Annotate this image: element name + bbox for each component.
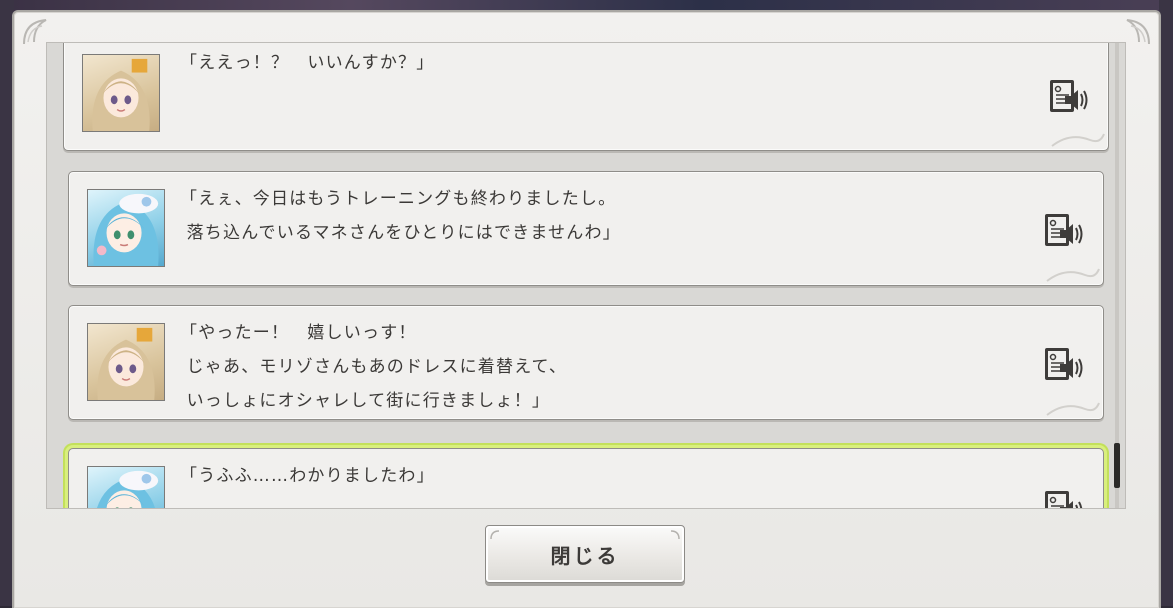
- button-corner-deco-icon: [490, 530, 500, 540]
- close-button-label: 閉じる: [550, 543, 620, 568]
- character-portrait: [87, 466, 165, 508]
- log-entry: 「えぇ、今日はもうトレーニングも終わりましたし。 落ち込んでいるマネさんをひとり…: [68, 171, 1104, 286]
- backlog-list[interactable]: 「ええっ！？ いいんすか？」 「えぇ、今日はもうトレーニングも終わりましたし。 …: [46, 42, 1126, 509]
- dialogue-line: いっしょにオシャレして街に行きましょ！」: [180, 391, 551, 411]
- button-corner-deco-icon: [670, 530, 680, 540]
- scrollbar-thumb[interactable]: [1114, 443, 1120, 488]
- log-entry: 「やったー！ 嬉しいっす！ じゃあ、モリゾさんもあのドレスに着替えて、 いっしょ…: [68, 305, 1104, 420]
- voice-replay-icon[interactable]: [1043, 212, 1085, 248]
- voice-replay-icon[interactable]: [1043, 346, 1085, 382]
- voice-replay-icon[interactable]: [1043, 489, 1085, 509]
- character-portrait: [87, 323, 165, 401]
- dialogue-text: 「やったー！ 嬉しいっす！ じゃあ、モリゾさんもあのドレスに着替えて、 いっしょ…: [180, 316, 567, 418]
- dialogue-text: 「えぇ、今日はもうトレーニングも終わりましたし。 落ち込んでいるマネさんをひとり…: [180, 182, 621, 250]
- log-entry: 「ええっ！？ いいんすか？」: [63, 43, 1109, 151]
- corner-flourish: [1051, 133, 1105, 147]
- scrollbar-track[interactable]: [1114, 43, 1120, 508]
- dialogue-line: 落ち込んでいるマネさんをひとりにはできませんわ」: [180, 223, 621, 243]
- background-right: [1159, 0, 1173, 606]
- dialogue-line: じゃあ、モリゾさんもあのドレスに着替えて、: [180, 357, 568, 377]
- corner-flourish: [1046, 402, 1100, 416]
- backlog-window: 「ええっ！？ いいんすか？」 「えぇ、今日はもうトレーニングも終わりましたし。 …: [12, 10, 1161, 608]
- close-button[interactable]: 閉じる: [485, 525, 685, 583]
- dialogue-text: 「ええっ！？ いいんすか？」: [180, 46, 434, 80]
- dialogue-line: 「ええっ！？ いいんすか？」: [180, 53, 435, 73]
- voice-replay-icon[interactable]: [1048, 78, 1090, 114]
- dialogue-text: 「うふふ……わかりましたわ」: [180, 459, 435, 493]
- dialogue-line: 「えぇ、今日はもうトレーニングも終わりましたし。: [180, 189, 617, 209]
- dialogue-line: 「うふふ……わかりましたわ」: [180, 466, 435, 486]
- dialogue-line: 「やったー！ 嬉しいっす！: [180, 323, 417, 343]
- corner-flourish: [1046, 268, 1100, 282]
- character-portrait: [87, 189, 165, 267]
- character-portrait: [82, 54, 160, 132]
- log-entry-selected: 「うふふ……わかりましたわ」: [68, 448, 1104, 509]
